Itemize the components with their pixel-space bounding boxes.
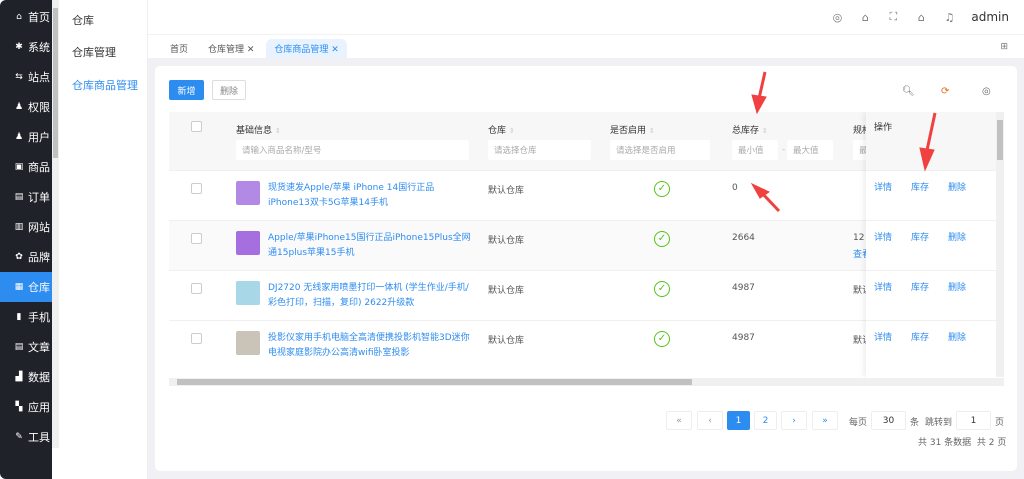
annotation-arrows — [750, 71, 937, 213]
